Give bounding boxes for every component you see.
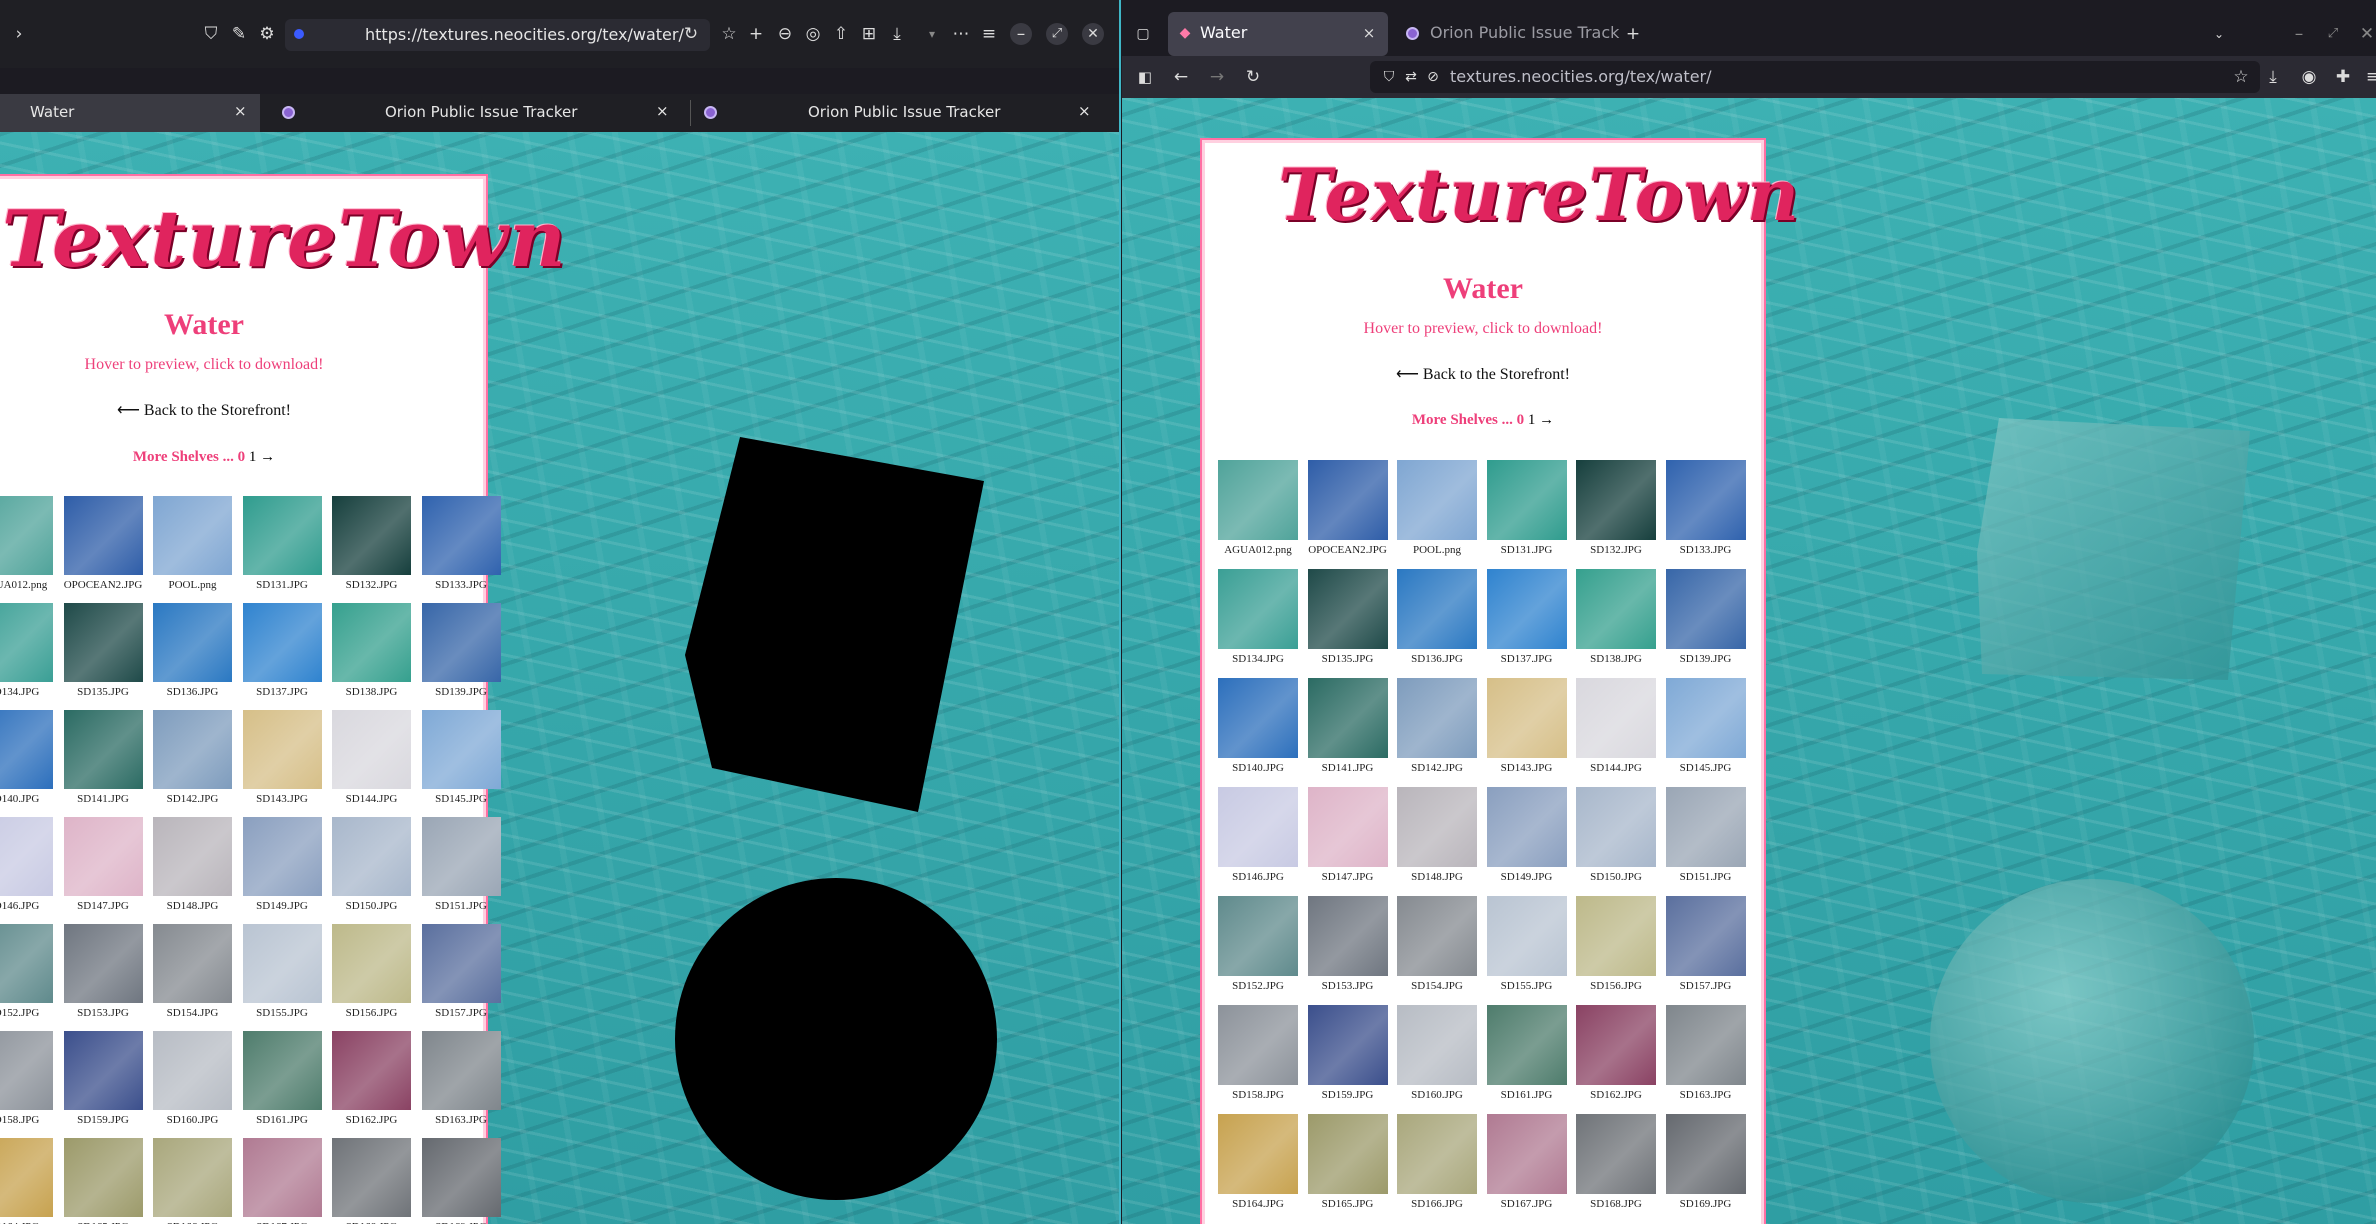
close-window-icon[interactable]: ✕ (2356, 24, 2376, 44)
tab-water[interactable]: Water × (0, 94, 260, 132)
left-browser-window: › ⛉ ✎ ⚙ https://textures.neocities.org/t… (0, 0, 1121, 1224)
left-address-text: https://textures.neocities.org/tex/water… (365, 25, 684, 44)
tab-close-icon[interactable]: × (234, 102, 247, 120)
tab-orion-issue-tracker-2[interactable]: Orion Public Issue Tracker × (694, 94, 1104, 132)
minimize-icon[interactable]: – (2288, 24, 2310, 44)
sidebar-icon[interactable]: ◧ (1134, 67, 1156, 87)
more-menu-icon[interactable]: ⋯ (950, 24, 972, 44)
reload-icon[interactable]: ↻ (1242, 67, 1264, 87)
left-toolbar: › ⛉ ✎ ⚙ https://textures.neocities.org/t… (0, 0, 1119, 68)
orion-favicon-icon (1406, 27, 1419, 40)
tab-orion-issue-tracker[interactable]: Orion Public Issue Track (1398, 12, 1620, 56)
left-webgl-canvas (675, 437, 997, 1200)
downloads-icon[interactable]: ⤓ (2262, 67, 2284, 87)
site-icon (294, 29, 304, 39)
maximize-icon[interactable]: ⤢ (1046, 23, 1068, 45)
tab-overview-icon[interactable]: ⊞ (858, 24, 880, 44)
new-tab-plus-icon[interactable]: + (745, 24, 767, 44)
orion-favicon-icon (704, 106, 717, 119)
tab-close-icon[interactable]: × (656, 102, 669, 120)
share-icon[interactable]: ⇧ (830, 24, 852, 44)
tab-water[interactable]: ◆ Water × (1168, 12, 1388, 56)
lock-icon[interactable]: ⊘ (1422, 67, 1444, 87)
tab-orion-issue-tracker-1[interactable]: Orion Public Issue Tracker × (272, 94, 682, 132)
gear-icon[interactable]: ⚙ (256, 24, 278, 44)
tab-list-icon[interactable]: ▢ (1132, 24, 1154, 44)
tracking-shield-icon[interactable]: ⛉ (1378, 67, 1400, 87)
dropdown-chevron-icon[interactable]: ▾ (921, 24, 943, 44)
right-address-bar[interactable]: ⛉ ⇄ ⊘ textures.neocities.org/tex/water/ … (1370, 61, 2260, 93)
textured-sphere (1930, 879, 2254, 1203)
tab-label: Orion Public Issue Track (1430, 23, 1620, 42)
black-cube (685, 437, 984, 812)
orion-favicon-icon (282, 106, 295, 119)
shield-icon[interactable]: ⛉ (200, 24, 222, 44)
brush-icon[interactable]: ✎ (228, 24, 250, 44)
zoom-out-icon[interactable]: ⊖ (774, 24, 796, 44)
right-address-text: textures.neocities.org/tex/water/ (1450, 67, 1712, 86)
water-favicon-icon: ◆ (1179, 25, 1191, 41)
right-browser-window: ▢ ◆ Water × Orion Public Issue Track + ⌄… (1122, 0, 2376, 1224)
tab-label: Water (30, 103, 75, 121)
tab-close-icon[interactable]: × (1078, 102, 1091, 120)
left-address-bar[interactable]: https://textures.neocities.org/tex/water… (285, 19, 710, 51)
right-webgl-canvas (1930, 418, 2254, 1203)
tab-close-icon[interactable]: × (1358, 23, 1380, 43)
list-all-tabs-icon[interactable]: ⌄ (2208, 24, 2230, 44)
tab-label: Water (1200, 23, 1248, 42)
maximize-icon[interactable]: ⤢ (2322, 24, 2344, 44)
forward-icon[interactable]: → (1206, 67, 1228, 87)
extension-icon[interactable]: ◎ (802, 24, 824, 44)
textured-cube (1977, 418, 2250, 680)
black-sphere (675, 878, 997, 1200)
extensions-icon[interactable]: ✚ (2332, 67, 2354, 87)
tab-label: Orion Public Issue Tracker (808, 103, 1001, 121)
bookmark-star-icon[interactable]: ☆ (718, 24, 740, 44)
minimize-icon[interactable]: – (1010, 23, 1032, 45)
sidebar-chevron-icon[interactable]: › (8, 24, 30, 44)
right-nav-bar: ◧ ← → ↻ ⛉ ⇄ ⊘ textures.neocities.org/tex… (1122, 56, 2376, 98)
left-tab-strip: Water × Orion Public Issue Tracker × Ori… (0, 94, 1119, 132)
reload-icon[interactable]: ↻ (680, 24, 702, 44)
downloads-icon[interactable]: ⤓ (886, 24, 908, 44)
tab-divider (690, 100, 691, 126)
right-tab-strip: ▢ ◆ Water × Orion Public Issue Track + ⌄… (1122, 0, 2376, 62)
back-icon[interactable]: ← (1170, 67, 1192, 87)
close-window-icon[interactable]: ✕ (1082, 23, 1104, 45)
hamburger-menu-icon[interactable]: ≡ (978, 24, 1000, 44)
permissions-icon[interactable]: ⇄ (1400, 67, 1422, 87)
tab-label: Orion Public Issue Tracker (385, 103, 578, 121)
bookmark-star-icon[interactable]: ☆ (2230, 67, 2252, 87)
account-icon[interactable]: ◉ (2298, 67, 2320, 87)
new-tab-button[interactable]: + (1622, 24, 1644, 44)
app-menu-icon[interactable]: ≡ (2362, 67, 2376, 87)
